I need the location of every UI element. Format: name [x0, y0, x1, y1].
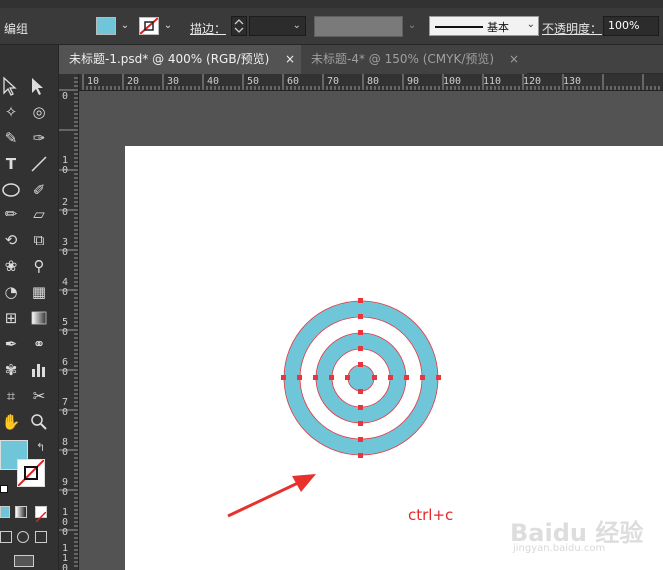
illustrator-window: 编组 ⌄ ⌄ 描边： ⌄ ⌄ 基本 ⌄ 不透明度： 100% ✧ ◎ ✎ ✑ T… — [0, 0, 663, 570]
shortcut-annotation: ctrl+c — [408, 506, 454, 524]
arrow-annotation — [227, 474, 316, 518]
watermark-url: jingyan.baidu.com — [513, 543, 606, 554]
artwork-layer — [227, 298, 441, 518]
concentric-rings[interactable] — [281, 298, 441, 458]
